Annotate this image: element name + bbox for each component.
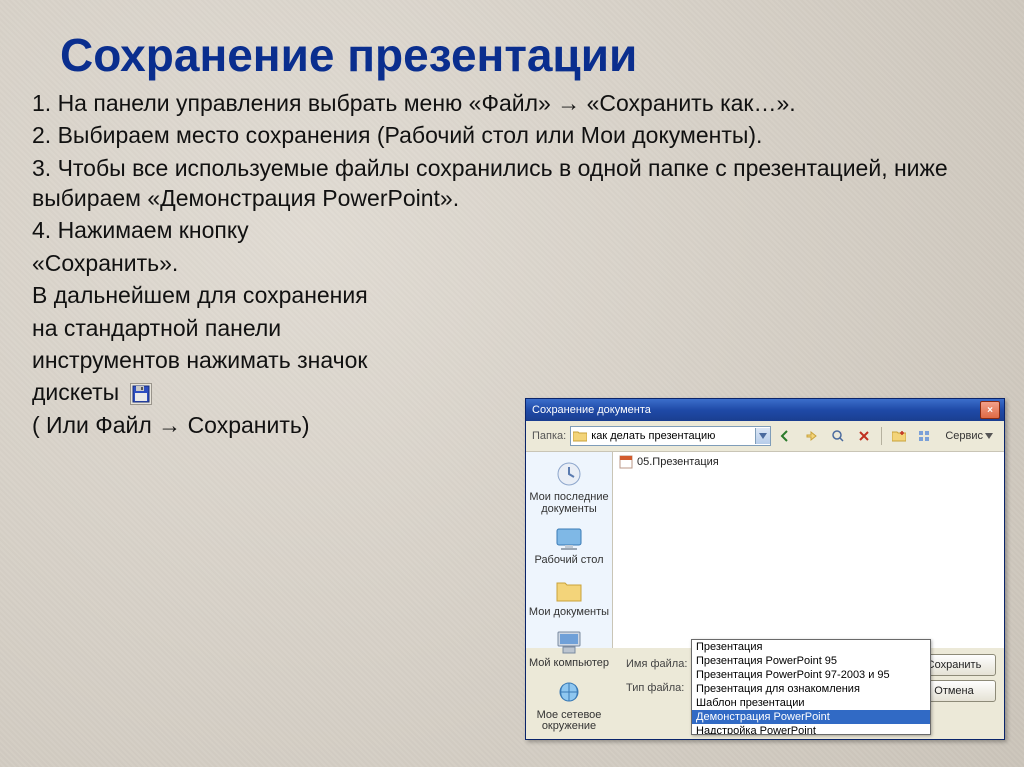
delete-button[interactable] <box>853 425 875 447</box>
filetype-dropdown[interactable]: Презентация Презентация PowerPoint 95 Пр… <box>691 639 931 735</box>
place-mydocs[interactable]: Мои документы <box>526 573 612 625</box>
filetype-option[interactable]: Презентация PowerPoint 95 <box>692 654 930 668</box>
floppy-disk-icon <box>130 383 152 405</box>
folder-label: Папка: <box>532 430 566 442</box>
back-button[interactable] <box>775 425 797 447</box>
folder-combo[interactable]: как делать презентацию <box>570 426 771 446</box>
step-3: 3. Чтобы все используемые файлы сохранил… <box>32 153 992 214</box>
views-button[interactable] <box>914 425 936 447</box>
step-1: 1. На панели управления выбрать меню «Фа… <box>32 88 992 118</box>
filetype-option[interactable]: Презентация для ознакомления <box>692 682 930 696</box>
new-folder-button[interactable] <box>888 425 910 447</box>
filetype-option[interactable]: Надстройка PowerPoint <box>692 724 930 734</box>
place-recent-label: Мои последние документы <box>528 492 610 515</box>
tip-line-b: на стандартной панели <box>32 313 552 343</box>
filetype-label: Тип файла: <box>626 682 690 694</box>
place-network-label: Мое сетевое окружение <box>528 710 610 733</box>
place-desktop-label: Рабочий стол <box>534 555 603 567</box>
tip-line-a: В дальнейшем для сохранения <box>32 280 552 310</box>
toolbar-separator <box>881 427 882 445</box>
place-desktop[interactable]: Рабочий стол <box>526 521 612 573</box>
tip-line-d-text: дискеты <box>32 379 119 405</box>
folder-icon <box>573 430 587 442</box>
place-mydocs-label: Мои документы <box>529 607 609 619</box>
slide: Сохранение презентации 1. На панели упра… <box>0 0 1024 767</box>
filetype-option[interactable]: Презентация PowerPoint 97-2003 и 95 <box>692 668 930 682</box>
file-pane[interactable]: 05.Презентация <box>613 452 1004 648</box>
tip-alt: ( Или Файл → Сохранить) <box>32 410 552 440</box>
close-button[interactable]: × <box>980 401 1000 419</box>
up-one-level-button[interactable] <box>801 425 823 447</box>
titlebar[interactable]: Сохранение документа × <box>526 399 1004 421</box>
slide-title: Сохранение презентации <box>0 0 1024 82</box>
slide-body: 1. На панели управления выбрать меню «Фа… <box>0 82 1012 440</box>
place-recent[interactable]: Мои последние документы <box>526 456 612 521</box>
step-2: 2. Выбираем место сохранения (Рабочий ст… <box>32 120 992 150</box>
chevron-down-icon[interactable] <box>755 428 770 444</box>
tools-menu[interactable]: Сервис <box>940 425 998 447</box>
tip-line-c: инструментов нажимать значок <box>32 345 552 375</box>
places-bar: Мои последние документы Рабочий стол Мои… <box>526 452 613 648</box>
file-item-label: 05.Презентация <box>637 456 719 468</box>
step-4-line-b: «Сохранить». <box>32 248 552 278</box>
filetype-option[interactable]: Презентация <box>692 640 930 654</box>
file-item[interactable]: 05.Презентация <box>613 452 1004 472</box>
tip-line-d: дискеты <box>32 377 552 407</box>
filename-label: Имя файла: <box>626 658 690 670</box>
dialog-title: Сохранение документа <box>532 404 980 416</box>
filetype-option[interactable]: Шаблон презентации <box>692 696 930 710</box>
powerpoint-file-icon <box>619 455 633 469</box>
tools-menu-label: Сервис <box>945 430 983 442</box>
chevron-down-icon <box>985 433 993 439</box>
dialog-toolbar: Папка: как делать презентацию <box>526 421 1004 452</box>
filetype-option-highlighted[interactable]: Демонстрация PowerPoint <box>692 710 930 724</box>
search-web-button[interactable] <box>827 425 849 447</box>
dialog-body: Мои последние документы Рабочий стол Мои… <box>526 452 1004 648</box>
step-4-line-a: 4. Нажимаем кнопку <box>32 215 552 245</box>
save-dialog: Сохранение документа × Папка: как делать… <box>525 398 1005 740</box>
folder-combo-value: как делать презентацию <box>591 430 715 442</box>
